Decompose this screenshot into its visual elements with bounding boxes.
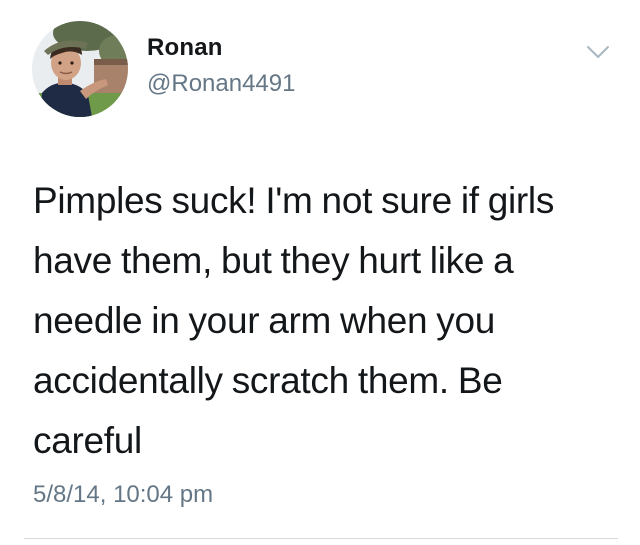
divider [24, 538, 618, 539]
tweet-text: Pimples suck! I'm not sure if girls have… [33, 180, 555, 461]
tweet-timestamp[interactable]: 5/8/14, 10:04 pm [33, 481, 213, 509]
author-display-name[interactable]: Ronan [147, 34, 223, 62]
profile-photo-image [32, 21, 128, 117]
chevron-down-icon[interactable] [586, 44, 610, 60]
avatar[interactable] [32, 21, 128, 117]
tweet-card: Ronan @Ronan4491 Pimples suck! I'm not s… [0, 0, 640, 545]
author-handle[interactable]: @Ronan4491 [147, 70, 295, 98]
